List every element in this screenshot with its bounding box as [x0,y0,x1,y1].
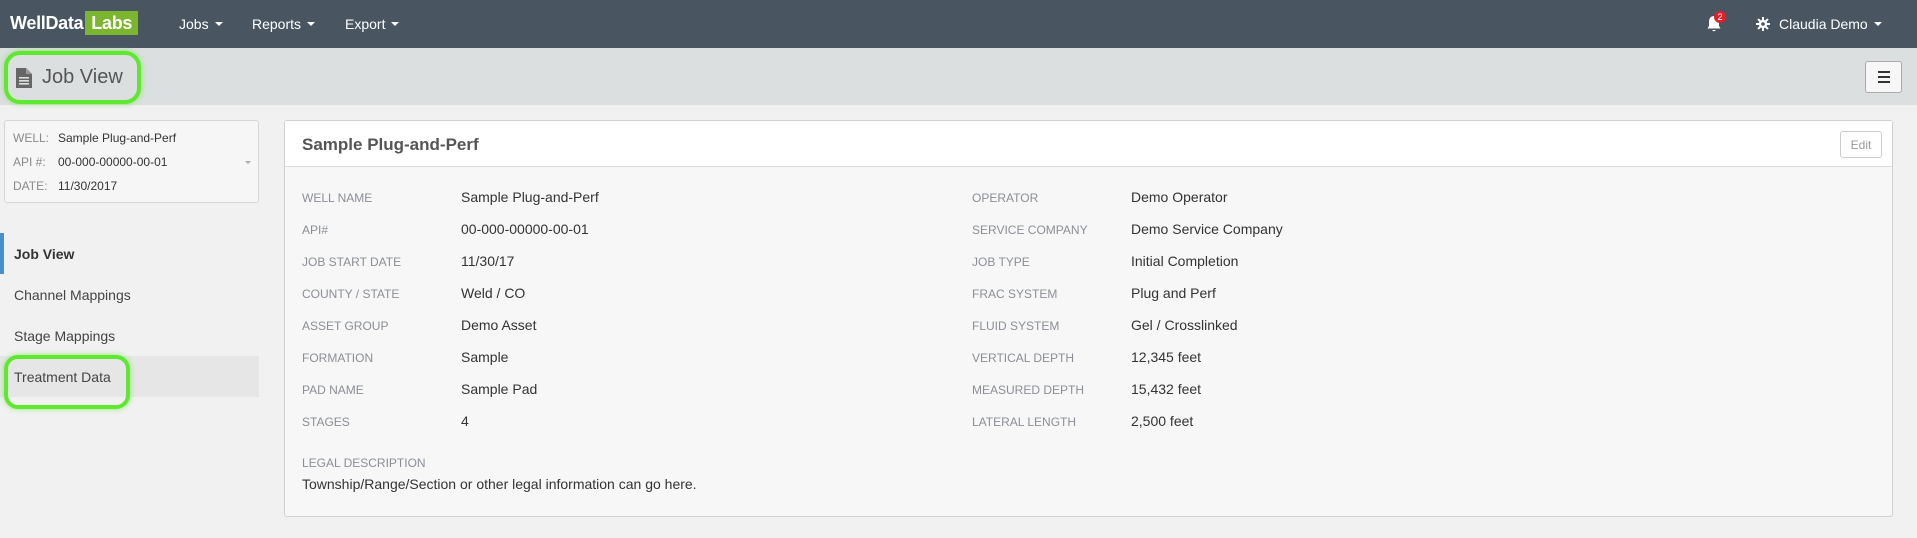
sidebar-item-job-view[interactable]: Job View [0,233,259,274]
user-menu[interactable]: Claudia Demo [1756,0,1882,48]
legal-description-label: LEGAL DESCRIPTION [302,456,426,470]
edit-button[interactable]: Edit [1840,131,1882,158]
field-value: Plug and Perf [1131,285,1216,301]
date-row: DATE: 11/30/2017 [13,179,118,193]
field-value: 2,500 feet [1131,413,1194,429]
brand-name: WellData [10,12,84,33]
sidebar-item-treatment-data[interactable]: Treatment Data [0,356,259,397]
well-name-value: Sample Plug-and-Perf [58,131,177,145]
file-icon [16,67,32,88]
nav-jobs-label: Jobs [179,16,209,32]
field-label: WELL NAME [302,191,373,205]
nav-reports-label: Reports [252,16,302,32]
top-navbar: WellData Labs Jobs Reports Export 2 Clau… [0,0,1917,48]
chevron-down-icon [245,161,251,164]
job-details-panel: Sample Plug-and-Perf Edit WELL NAME Samp… [284,120,1893,517]
gear-icon [1756,17,1770,31]
page-title-text: Job View [42,66,123,88]
field-label: SERVICE COMPANY [972,223,1088,237]
panel-header: Sample Plug-and-Perf Edit [285,121,1892,167]
field-value: 4 [461,413,469,429]
field-label: JOB TYPE [972,255,1030,269]
chevron-down-icon [1873,22,1882,26]
field-label: LATERAL LENGTH [972,415,1077,429]
field-label: STAGES [302,415,350,429]
field-value: Gel / Crosslinked [1131,317,1238,333]
sidebar-item-stage-mappings[interactable]: Stage Mappings [0,315,259,356]
nav-export-menu[interactable]: Export [345,0,400,48]
legal-description-value: Township/Range/Section or other legal in… [302,476,697,492]
notification-badge: 2 [1714,11,1726,23]
field-label: FLUID SYSTEM [972,319,1060,333]
field-value: 00-000-00000-00-01 [461,221,589,237]
field-value: Initial Completion [1131,253,1239,269]
chevron-down-icon [391,22,400,26]
field-value: Demo Asset [461,317,537,333]
field-label: FORMATION [302,351,374,365]
field-value: Weld / CO [461,285,526,301]
field-value: 15,432 feet [1131,381,1202,397]
sidebar-item-channel-mappings[interactable]: Channel Mappings [0,274,259,315]
field-value: Sample Plug-and-Perf [461,189,599,205]
nav-jobs-menu[interactable]: Jobs [179,0,223,48]
chevron-down-icon [214,22,223,26]
page-title: Job View [4,51,141,104]
field-value: Sample Pad [461,381,538,397]
field-value: Sample [461,349,509,365]
hamburger-menu-button[interactable] [1865,61,1902,93]
field-label: VERTICAL DEPTH [972,351,1075,365]
hamburger-icon [1877,71,1890,73]
nav-reports-menu[interactable]: Reports [252,0,316,48]
brand-accent: Labs [85,11,139,35]
api-row: API #: 00-000-00000-00-01 [13,155,168,169]
field-label: API# [302,223,329,237]
well-selector[interactable]: WELL: Sample Plug-and-Perf API #: 00-000… [4,120,259,203]
field-value: Demo Operator [1131,189,1228,205]
field-label: ASSET GROUP [302,319,389,333]
field-label: JOB START DATE [302,255,402,269]
field-label: OPERATOR [972,191,1039,205]
user-name: Claudia Demo [1779,16,1868,32]
nav-export-label: Export [345,16,386,32]
chevron-down-icon [307,22,316,26]
date-value: 11/30/2017 [58,179,118,193]
field-value: 11/30/17 [461,253,515,269]
field-label: FRAC SYSTEM [972,287,1058,301]
field-label: PAD NAME [302,383,364,397]
brand-logo[interactable]: WellData Labs [10,11,139,35]
api-value: 00-000-00000-00-01 [58,155,168,169]
panel-title: Sample Plug-and-Perf [302,135,479,154]
page-header-bar [0,48,1917,105]
well-row: WELL: Sample Plug-and-Perf [13,131,177,145]
field-value: Demo Service Company [1131,221,1283,237]
field-label: COUNTY / STATE [302,287,400,301]
field-value: 12,345 feet [1131,349,1202,365]
field-label: MEASURED DEPTH [972,383,1085,397]
